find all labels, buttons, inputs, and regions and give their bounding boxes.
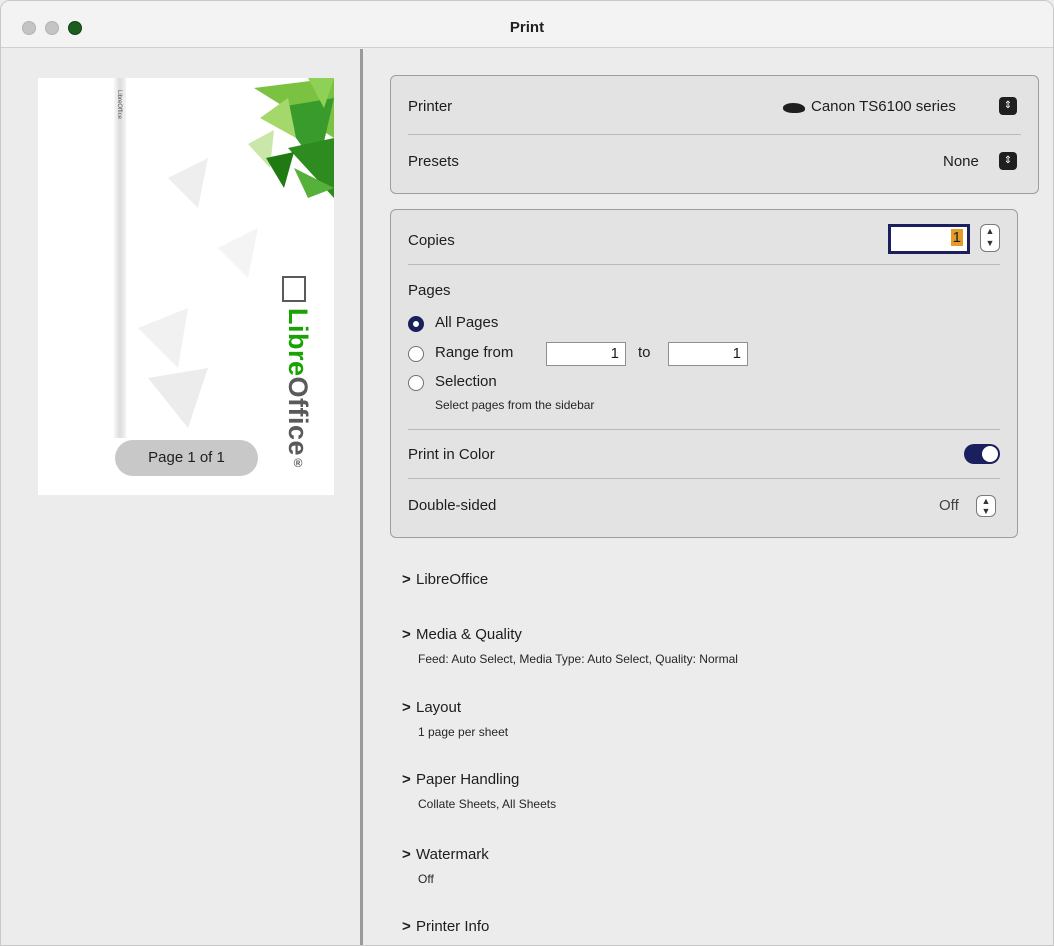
copies-field[interactable]: 1 (888, 224, 970, 254)
logo-mark: ® (291, 456, 305, 471)
all-pages-radio[interactable] (408, 316, 424, 332)
presets-popup-icon[interactable]: ⇕ (999, 152, 1017, 170)
divider (408, 478, 1000, 479)
section-watermark[interactable]: > Watermark Off (402, 846, 489, 886)
section-title: Printer Info (416, 918, 490, 935)
range-from-field[interactable]: 1 (546, 342, 626, 366)
presets-value[interactable]: None (943, 153, 979, 170)
printer-panel: Printer Canon TS6100 series ⇕ Presets No… (390, 75, 1039, 194)
chevron-right-icon[interactable]: > (402, 699, 416, 716)
chevron-right-icon[interactable]: > (402, 771, 416, 788)
copies-value: 1 (950, 229, 963, 246)
chevron-right-icon[interactable]: > (402, 626, 416, 643)
logo-office: Office (283, 376, 313, 457)
section-header[interactable]: > Layout (402, 699, 508, 716)
divider (408, 264, 1000, 265)
printer-label: Printer (408, 98, 453, 115)
section-layout[interactable]: > Layout 1 page per sheet (402, 699, 508, 739)
copies-stepper[interactable]: ▲ ▼ (980, 224, 1000, 252)
section-title: Media & Quality (416, 626, 522, 643)
section-header[interactable]: > LibreOffice (402, 571, 488, 588)
range-radio[interactable] (408, 346, 424, 362)
section-summary: Off (418, 872, 434, 886)
divider (408, 429, 1000, 430)
print-dialog: Print LibreOffice LibreOffice® Page 1 of… (0, 0, 1054, 946)
window-title: Print (509, 19, 545, 36)
section-printer-info[interactable]: > Printer Info (402, 918, 489, 935)
section-title: Layout (416, 699, 462, 716)
chevron-right-icon[interactable]: > (402, 846, 416, 863)
libreoffice-document-icon (282, 276, 306, 302)
page-preview[interactable]: LibreOffice LibreOffice® Page 1 of 1 (38, 78, 334, 495)
section-title: LibreOffice (416, 571, 489, 588)
divider (408, 134, 1021, 135)
chevron-right-icon[interactable]: > (402, 571, 416, 588)
printer-value[interactable]: Canon TS6100 series (811, 98, 956, 115)
print-in-color-label: Print in Color (408, 446, 495, 463)
copies-label: Copies (408, 232, 455, 249)
section-title: Watermark (416, 846, 489, 863)
range-to-label: to (638, 344, 651, 361)
section-summary: Feed: Auto Select, Media Type: Auto Sele… (418, 652, 738, 666)
title-bar: Print (1, 1, 1053, 48)
section-media-quality[interactable]: > Media & Quality Feed: Auto Select, Media… (402, 626, 738, 666)
section-header[interactable]: > Printer Info (402, 918, 489, 935)
sidebar-divider[interactable] (360, 49, 363, 945)
spine-label: LibreOffice (116, 90, 122, 119)
selection-label[interactable]: Selection (435, 373, 497, 390)
presets-label: Presets (408, 153, 459, 170)
section-header[interactable]: > Watermark (402, 846, 489, 863)
pages-label: Pages (408, 282, 451, 299)
document-spine (114, 78, 126, 438)
double-sided-label: Double-sided (408, 497, 497, 514)
range-to-field[interactable]: 1 (668, 342, 748, 366)
chevron-right-icon[interactable]: > (402, 918, 416, 935)
section-title: Paper Handling (416, 771, 520, 788)
options-panel: Copies 1 ▲ ▼ Pages All Pages Range from 1… (390, 209, 1018, 538)
double-sided-popup-icon[interactable]: ▲ ▼ (976, 495, 996, 517)
print-in-color-toggle[interactable] (964, 444, 1000, 464)
section-summary: Collate Sheets, All Sheets (418, 797, 557, 811)
toggle-knob (982, 446, 998, 462)
double-sided-value[interactable]: Off (939, 497, 959, 514)
range-from-label[interactable]: Range from (435, 344, 513, 361)
all-pages-label[interactable]: All Pages (435, 314, 498, 331)
section-summary: 1 page per sheet (418, 725, 509, 739)
selection-hint: Select pages from the sidebar (435, 398, 595, 412)
section-libreoffice[interactable]: > LibreOffice (402, 571, 488, 588)
selection-radio[interactable] (408, 375, 424, 391)
section-header[interactable]: > Paper Handling (402, 771, 556, 788)
page-indicator: Page 1 of 1 (115, 440, 258, 476)
libreoffice-logo: LibreOffice® (282, 308, 313, 471)
logo-libre: Libre (283, 308, 313, 377)
section-header[interactable]: > Media & Quality (402, 626, 738, 643)
printer-icon (783, 103, 805, 113)
printer-popup-icon[interactable]: ⇕ (999, 97, 1017, 115)
section-paper-handling[interactable]: > Paper Handling Collate Sheets, All Sheet… (402, 771, 556, 811)
